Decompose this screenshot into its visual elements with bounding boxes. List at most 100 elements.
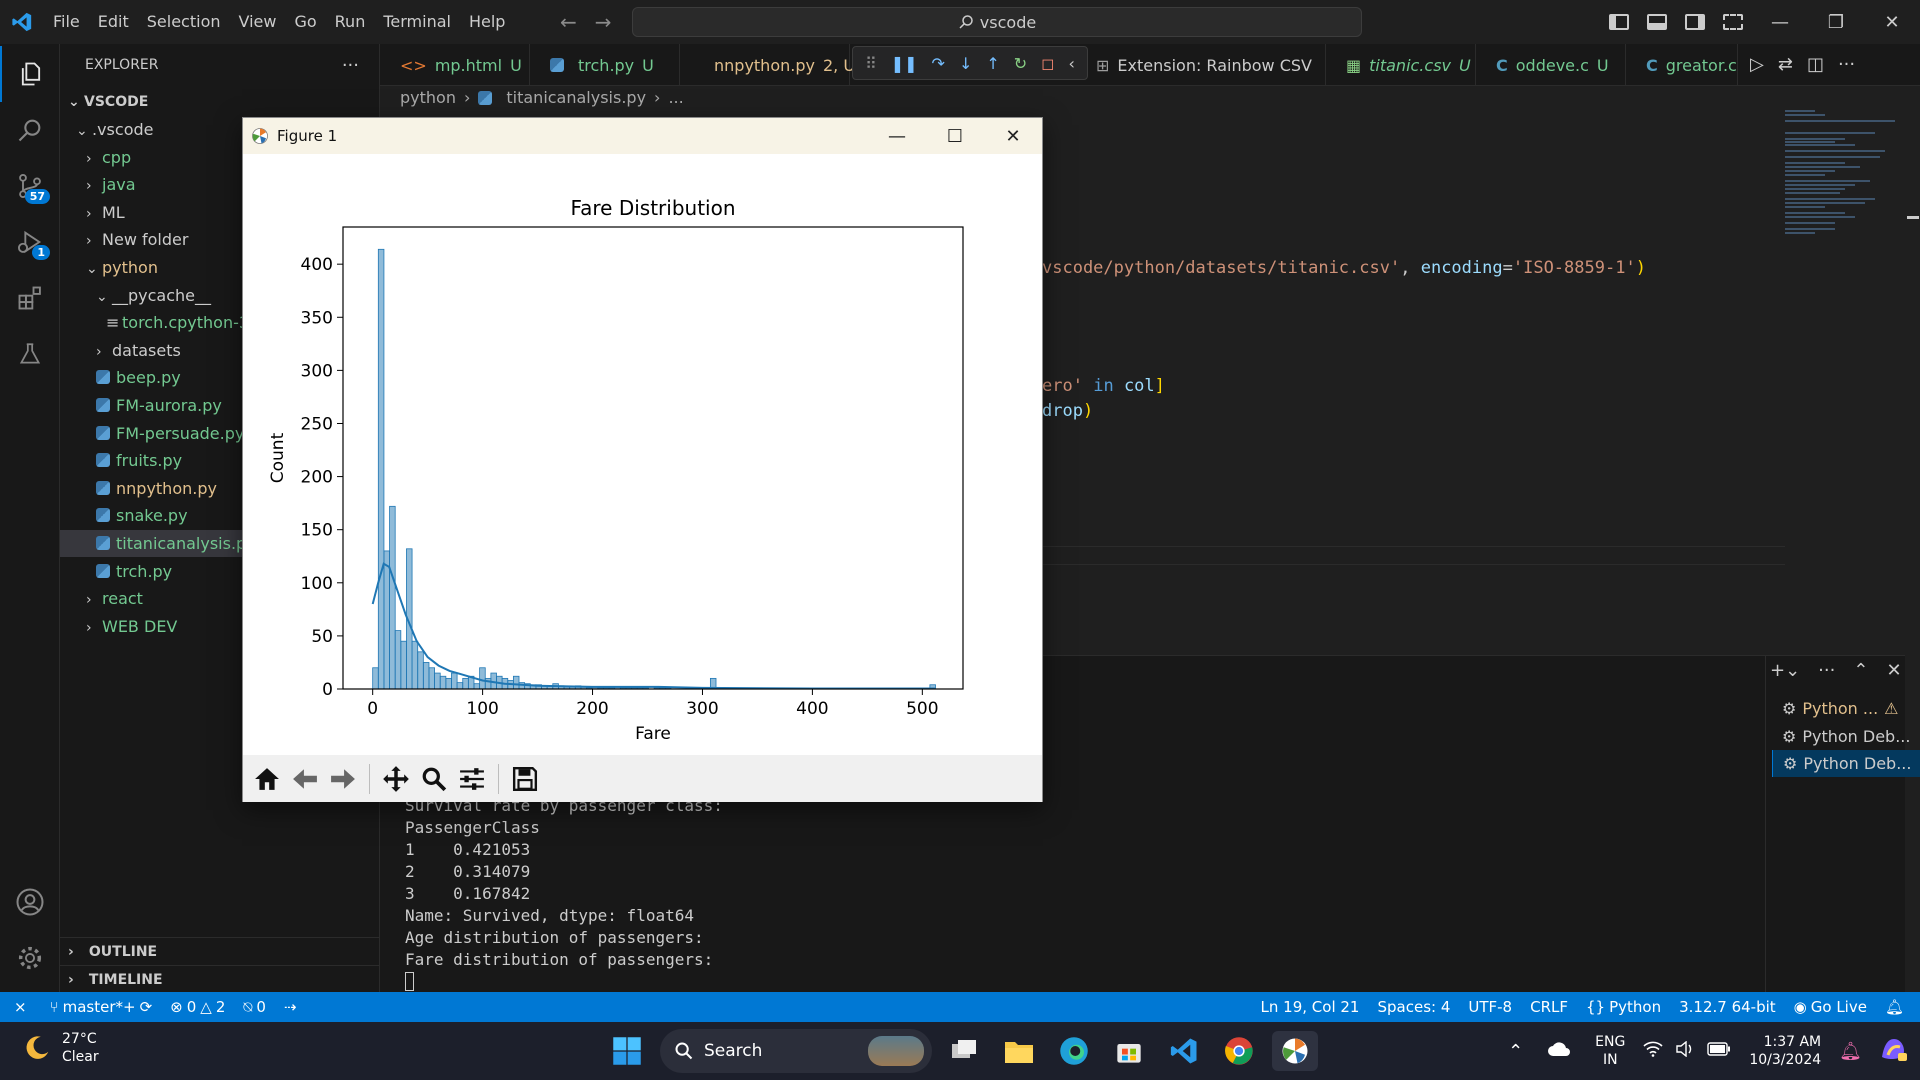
pause-icon[interactable]: ❚❚ xyxy=(891,54,918,73)
tab-nnpython-py[interactable]: nnpython.py 2, U xyxy=(680,44,855,86)
breadcrumb-file[interactable]: titanicanalysis.py xyxy=(506,88,646,107)
problems-status[interactable]: ⊗ 0 △ 2 xyxy=(161,998,234,1016)
figure-minimize-icon[interactable]: — xyxy=(868,118,926,154)
stop-icon[interactable]: ◻ xyxy=(1041,54,1054,73)
menu-selection[interactable]: Selection xyxy=(138,0,230,44)
menu-help[interactable]: Help xyxy=(460,0,514,44)
tab-greator-c[interactable]: Cgreator.c xyxy=(1626,44,1738,86)
code-line-read-csv[interactable]: vscode/python/datasets/titanic.csv', enc… xyxy=(1042,258,1646,278)
tab-oddeve-c[interactable]: Coddeve.c U xyxy=(1476,44,1626,86)
remote-icon[interactable]: ⨯ xyxy=(0,998,41,1016)
show-hidden-icons-chevron-icon[interactable]: ⌃ xyxy=(1496,1041,1535,1062)
accounts-icon[interactable] xyxy=(0,874,60,930)
collapse-chevron-icon[interactable]: ‹ xyxy=(1068,54,1074,73)
tab-rainbow-csv[interactable]: ⊞ Extension: Rainbow CSV xyxy=(1076,44,1326,86)
file-encoding[interactable]: UTF-8 xyxy=(1459,998,1521,1016)
maximize-panel-icon[interactable]: ⌃ xyxy=(1853,660,1868,681)
tab-mp-html[interactable]: <> mp.html U xyxy=(380,44,530,86)
tab-titanic-csv[interactable]: ▦ titanic.csv U xyxy=(1326,44,1476,86)
edge-browser-icon[interactable] xyxy=(1054,1031,1094,1071)
wifi-icon[interactable] xyxy=(1637,1041,1669,1061)
customize-layout-icon[interactable] xyxy=(1723,14,1743,30)
workspace-root[interactable]: ⌄ VSCODE xyxy=(60,89,380,116)
back-arrow-icon[interactable]: ← xyxy=(560,10,577,34)
menu-file[interactable]: File xyxy=(44,0,89,44)
explorer-icon[interactable] xyxy=(0,46,60,102)
new-terminal-icon[interactable]: +⌄ xyxy=(1770,660,1800,681)
menu-view[interactable]: View xyxy=(230,0,286,44)
split-editor-icon[interactable]: ◫ xyxy=(1807,54,1824,75)
search-view-icon[interactable] xyxy=(0,102,60,158)
pan-move-icon[interactable] xyxy=(380,763,412,795)
onedrive-cloud-icon[interactable] xyxy=(1535,1041,1583,1061)
volume-icon[interactable] xyxy=(1669,1040,1701,1061)
more-actions-icon[interactable]: ··· xyxy=(342,55,359,76)
minimap[interactable] xyxy=(1785,110,1905,260)
terminal-session-2[interactable]: ⚙ Python Deb... xyxy=(1772,723,1920,750)
notifications-bell-icon[interactable]: 🔔︎ xyxy=(1876,998,1920,1016)
start-windows-icon[interactable] xyxy=(607,1031,647,1071)
python-interpreter[interactable]: 3.12.7 64-bit xyxy=(1670,998,1785,1016)
microsoft-store-icon[interactable] xyxy=(1109,1031,1149,1071)
code-line-drop[interactable]: drop) xyxy=(1042,401,1093,421)
zoom-magnifier-icon[interactable] xyxy=(418,763,450,795)
minimize-window-icon[interactable]: — xyxy=(1752,12,1808,33)
file-explorer-icon[interactable] xyxy=(999,1031,1039,1071)
clock[interactable]: 1:37 AM 10/3/2024 xyxy=(1741,1033,1829,1069)
taskbar-search[interactable]: Search xyxy=(660,1029,932,1073)
go-live[interactable]: ◉ Go Live xyxy=(1785,998,1876,1016)
editor-scrollbar[interactable] xyxy=(1905,110,1919,660)
run-debug-icon[interactable]: 1 xyxy=(0,214,60,270)
compare-icon[interactable]: ⇄ xyxy=(1778,54,1793,75)
close-window-icon[interactable]: ✕ xyxy=(1864,12,1920,33)
restart-icon[interactable]: ↻ xyxy=(1014,54,1027,73)
close-panel-icon[interactable]: ✕ xyxy=(1886,660,1901,681)
testing-flask-icon[interactable] xyxy=(0,326,60,382)
end-of-line[interactable]: CRLF xyxy=(1521,998,1577,1016)
vscode-taskbar-icon[interactable] xyxy=(1164,1031,1204,1071)
terminal-session-3[interactable]: ⚙ Python Deb... xyxy=(1772,750,1920,777)
more-actions-icon[interactable]: ··· xyxy=(1818,660,1835,681)
breadcrumb-symbol[interactable]: ... xyxy=(668,88,683,107)
matplotlib-figure-taskbar-icon[interactable] xyxy=(1272,1031,1318,1071)
command-center-search[interactable]: vscode xyxy=(632,7,1362,37)
code-line-filter[interactable]: ero' in col] xyxy=(1042,376,1165,396)
drag-handle-icon[interactable]: ⠿ xyxy=(865,54,877,73)
sync-icon[interactable]: ⟳ xyxy=(140,998,153,1016)
forward-arrow-icon[interactable]: → xyxy=(595,10,612,34)
notifications-bell-icon[interactable]: 🔔︎ xyxy=(1829,1041,1872,1062)
run-file-icon[interactable]: ▷ xyxy=(1750,54,1764,75)
debug-status-icon[interactable]: ⇢ xyxy=(275,998,306,1016)
toggle-secondary-sidebar-icon[interactable] xyxy=(1685,14,1705,30)
more-actions-icon[interactable]: ··· xyxy=(1838,54,1855,75)
menu-run[interactable]: Run xyxy=(326,0,375,44)
home-icon[interactable] xyxy=(251,763,283,795)
back-icon[interactable] xyxy=(289,763,321,795)
task-view-icon[interactable] xyxy=(944,1031,984,1071)
chrome-browser-icon[interactable] xyxy=(1219,1031,1259,1071)
figure-close-icon[interactable]: ✕ xyxy=(984,118,1042,154)
configure-subplots-icon[interactable] xyxy=(456,763,488,795)
restore-window-icon[interactable]: ❐ xyxy=(1808,12,1864,33)
toggle-primary-sidebar-icon[interactable] xyxy=(1609,14,1629,30)
toggle-panel-icon[interactable] xyxy=(1647,14,1667,30)
tab-trch-py[interactable]: trch.py U xyxy=(530,44,680,86)
menu-edit[interactable]: Edit xyxy=(89,0,138,44)
step-out-icon[interactable]: ↑ xyxy=(986,54,999,73)
input-language[interactable]: ENG IN xyxy=(1583,1033,1637,1069)
terminal-session-1[interactable]: ⚙ Python ... ⚠ xyxy=(1772,695,1920,722)
menu-go[interactable]: Go xyxy=(285,0,325,44)
timeline-section[interactable]: › TIMELINE xyxy=(60,965,380,993)
breadcrumb-folder[interactable]: python xyxy=(400,88,456,107)
menu-terminal[interactable]: Terminal xyxy=(374,0,460,44)
git-branch[interactable]: ⑂ master*+ ⟳ xyxy=(41,998,162,1016)
language-mode[interactable]: {} Python xyxy=(1577,998,1670,1016)
cursor-position[interactable]: Ln 19, Col 21 xyxy=(1252,998,1369,1016)
battery-icon[interactable] xyxy=(1701,1042,1741,1060)
forward-icon[interactable] xyxy=(327,763,359,795)
step-into-icon[interactable]: ↓ xyxy=(959,54,972,73)
ports-status[interactable]: ⍉ 0 xyxy=(234,998,275,1016)
weather-widget[interactable]: 27°C Clear xyxy=(22,1030,99,1066)
outline-section[interactable]: › OUTLINE xyxy=(60,937,380,965)
save-figure-icon[interactable] xyxy=(509,763,541,795)
